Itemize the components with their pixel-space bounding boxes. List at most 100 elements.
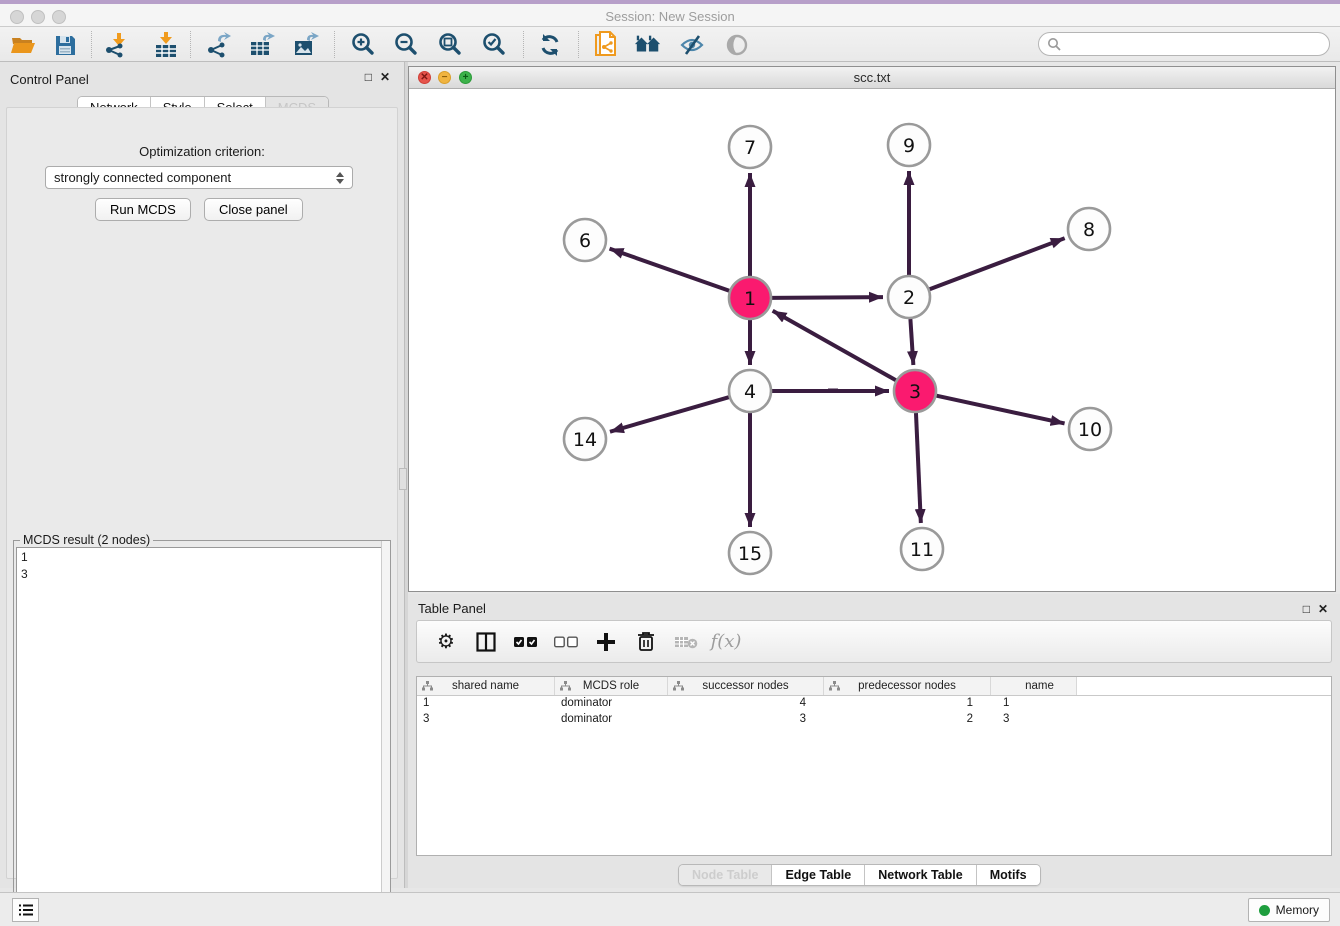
zoom-fit-icon[interactable]: [436, 31, 464, 59]
window-title: Session: New Session: [0, 9, 1340, 24]
optimization-criterion-select[interactable]: strongly connected component: [45, 166, 353, 189]
task-manager-button[interactable]: [12, 898, 39, 922]
table-options-icon[interactable]: ⚙: [433, 629, 459, 655]
graph-node-label-11: 11: [910, 539, 934, 561]
network-window-titlebar[interactable]: ✕ − + scc.txt: [409, 67, 1335, 89]
close-panel-button[interactable]: Close panel: [204, 198, 303, 221]
edge-4-14[interactable]: [610, 397, 729, 432]
toolbar-separator: [523, 31, 524, 58]
column-header-name[interactable]: name: [991, 677, 1077, 695]
zoom-out-icon[interactable]: [392, 31, 420, 59]
export-image-icon[interactable]: [292, 31, 320, 59]
float-panel-icon[interactable]: □: [365, 70, 372, 84]
edge-3-1[interactable]: [773, 311, 896, 380]
edge-3-11[interactable]: [916, 413, 921, 523]
column-header-predecessor-nodes[interactable]: predecessor nodes: [824, 677, 991, 695]
table-cell[interactable]: dominator: [555, 696, 668, 712]
export-table-icon[interactable]: [248, 31, 276, 59]
table-row[interactable]: 3dominator323: [417, 712, 1331, 728]
delete-table-icon: [673, 629, 699, 655]
reset-view-icon[interactable]: [634, 31, 662, 59]
network-window-title: scc.txt: [409, 70, 1335, 85]
table-cell[interactable]: 3: [668, 712, 824, 728]
hierarchy-icon: [560, 681, 571, 694]
mcds-result-textarea[interactable]: 1 3: [16, 547, 390, 915]
show-hide-icon[interactable]: [678, 31, 706, 59]
table-cell[interactable]: 1: [824, 696, 991, 712]
splitter-gripper[interactable]: [399, 468, 407, 490]
column-header-MCDS-role[interactable]: MCDS role: [555, 677, 668, 695]
graph-node-label-10: 10: [1078, 419, 1102, 441]
table-panel: Table Panel □ ✕ ⚙ f(x) shared name MCDS r…: [408, 594, 1340, 888]
table-cell[interactable]: dominator: [555, 712, 668, 728]
column-header-label: name: [1025, 680, 1054, 692]
float-table-panel-icon[interactable]: □: [1303, 602, 1310, 616]
new-network-from-selection-icon[interactable]: [591, 31, 619, 59]
select-all-columns-icon[interactable]: [513, 629, 539, 655]
column-header-label: shared name: [452, 680, 519, 692]
save-session-icon[interactable]: [51, 31, 79, 59]
table-row[interactable]: 1dominator411: [417, 696, 1331, 712]
graph-node-label-14: 14: [573, 429, 597, 451]
edge-3-10[interactable]: [936, 396, 1064, 424]
table-cell[interactable]: 4: [668, 696, 824, 712]
search-box[interactable]: [1038, 32, 1330, 56]
select-value: strongly connected component: [54, 170, 231, 185]
search-input[interactable]: [1061, 35, 1329, 53]
mcds-result-group: MCDS result (2 nodes) 1 3: [13, 540, 391, 918]
graph-node-label-9: 9: [903, 135, 915, 157]
run-mcds-button[interactable]: Run MCDS: [95, 198, 191, 221]
control-panel-title: Control Panel: [10, 72, 89, 87]
edge-2-8[interactable]: [930, 238, 1065, 289]
graph-node-label-1: 1: [744, 288, 756, 310]
memory-button[interactable]: Memory: [1248, 898, 1330, 922]
open-session-icon[interactable]: [9, 31, 37, 59]
memory-status-icon: [1259, 905, 1270, 916]
result-scrollbar[interactable]: [381, 541, 390, 917]
graph-node-label-3: 3: [909, 381, 921, 403]
zoom-selected-icon[interactable]: [480, 31, 508, 59]
control-panel: Control Panel □ ✕ Network Style Select M…: [0, 62, 404, 888]
column-header-label: successor nodes: [702, 680, 788, 692]
zoom-in-icon[interactable]: [349, 31, 377, 59]
column-header-shared-name[interactable]: shared name: [417, 677, 555, 695]
node-table[interactable]: shared name MCDS role successor nodes prede…: [416, 676, 1332, 856]
column-header-label: predecessor nodes: [858, 680, 956, 692]
mcds-panel: Optimization criterion: strongly connect…: [6, 107, 398, 879]
table-cell[interactable]: 1: [991, 696, 1077, 712]
function-builder-icon: f(x): [713, 629, 739, 655]
table-header-row: shared name MCDS role successor nodes prede…: [417, 677, 1331, 696]
tab-motifs[interactable]: Motifs: [977, 865, 1040, 885]
network-graph-canvas[interactable]: 7968124314101511: [409, 89, 1335, 591]
edge-1-6[interactable]: [610, 249, 730, 291]
add-column-icon[interactable]: [593, 629, 619, 655]
edge-label-mark: [825, 296, 835, 299]
select-stepper-icon: [336, 172, 344, 184]
tab-network-table[interactable]: Network Table: [865, 865, 977, 885]
tab-node-table[interactable]: Node Table: [679, 865, 772, 885]
table-cell[interactable]: 2: [824, 712, 991, 728]
graph-node-label-8: 8: [1083, 219, 1095, 241]
export-network-icon[interactable]: [205, 31, 233, 59]
status-bar: Memory: [0, 892, 1340, 926]
close-table-panel-icon[interactable]: ✕: [1318, 602, 1328, 616]
table-body: 1dominator4113dominator323: [417, 696, 1331, 728]
column-layout-icon[interactable]: [473, 629, 499, 655]
table-cell[interactable]: 3: [417, 712, 555, 728]
table-panel-title: Table Panel: [418, 601, 486, 616]
import-table-icon[interactable]: [152, 31, 180, 59]
deselect-all-columns-icon[interactable]: [553, 629, 579, 655]
graph-node-label-2: 2: [903, 287, 915, 309]
hierarchy-icon: [422, 681, 433, 694]
refresh-layout-icon[interactable]: [536, 31, 564, 59]
toolbar-separator: [334, 31, 335, 58]
close-panel-icon[interactable]: ✕: [380, 70, 390, 84]
column-header-successor-nodes[interactable]: successor nodes: [668, 677, 824, 695]
tab-edge-table[interactable]: Edge Table: [772, 865, 865, 885]
edge-2-3[interactable]: [910, 319, 913, 365]
table-toolbar: ⚙ f(x): [416, 620, 1332, 663]
import-network-icon[interactable]: [103, 31, 131, 59]
delete-column-icon[interactable]: [633, 629, 659, 655]
table-cell[interactable]: 1: [417, 696, 555, 712]
table-cell[interactable]: 3: [991, 712, 1077, 728]
